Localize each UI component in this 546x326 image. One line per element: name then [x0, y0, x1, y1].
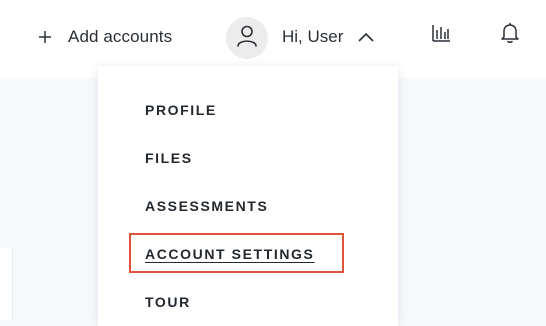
menu-item-files[interactable]: FILES	[145, 150, 193, 166]
menu-item-account-settings[interactable]: ACCOUNT SETTINGS	[145, 246, 315, 262]
avatar[interactable]	[226, 17, 268, 59]
menu-item-assessments[interactable]: ASSESSMENTS	[145, 198, 268, 214]
user-dropdown-menu: PROFILE FILES ASSESSMENTS ACCOUNT SETTIN…	[98, 66, 398, 326]
analytics-button[interactable]	[428, 22, 454, 48]
add-accounts-button[interactable]: Add accounts	[36, 25, 172, 49]
plus-icon	[36, 28, 54, 46]
bar-chart-icon	[431, 23, 451, 48]
notifications-button[interactable]	[497, 21, 523, 49]
menu-item-tour[interactable]: TOUR	[145, 294, 191, 310]
menu-item-profile[interactable]: PROFILE	[145, 102, 217, 118]
bell-icon	[500, 22, 520, 49]
user-icon	[236, 24, 258, 53]
left-panel-edge	[0, 248, 13, 320]
chevron-up-icon	[356, 27, 376, 47]
user-greeting: Hi, User	[282, 27, 344, 46]
add-accounts-label: Add accounts	[68, 27, 173, 46]
user-menu-toggle[interactable]: Hi, User	[282, 25, 376, 49]
